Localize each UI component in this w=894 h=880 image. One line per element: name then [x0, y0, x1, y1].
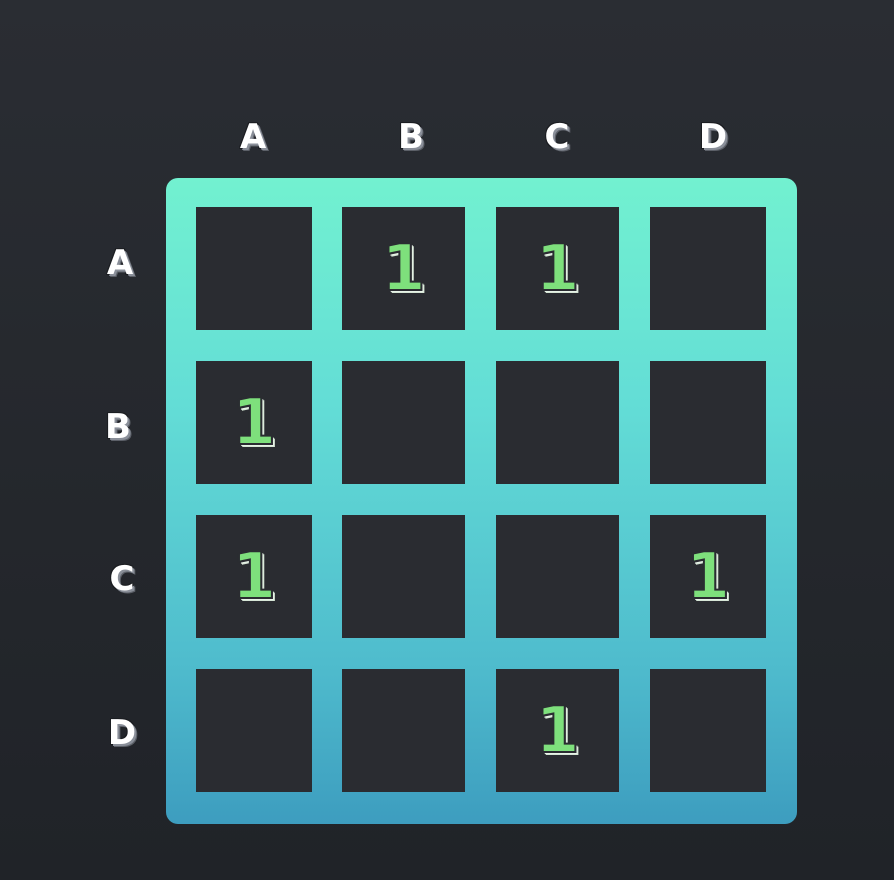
- row-label-c: C: [109, 559, 135, 599]
- adjacency-matrix-diagram: A B C D A B C D 1 1 1 1 1 1: [0, 0, 894, 880]
- matrix-grid: 1 1 1 1 1 1: [166, 178, 797, 824]
- cell-value: 1: [534, 231, 581, 306]
- cell-c-a: 1: [196, 515, 312, 638]
- column-label-c: C: [544, 117, 570, 157]
- column-label-d: D: [698, 117, 728, 157]
- cell-d-d: [650, 669, 766, 792]
- cell-d-c: 1: [496, 669, 619, 792]
- column-label-a: A: [239, 117, 267, 157]
- cell-a-b: 1: [342, 207, 465, 330]
- cell-value: 1: [380, 231, 427, 306]
- cell-d-a: [196, 669, 312, 792]
- cell-b-c: [496, 361, 619, 484]
- cell-b-d: [650, 361, 766, 484]
- row-label-a: A: [106, 243, 134, 283]
- cell-c-d: 1: [650, 515, 766, 638]
- cell-b-a: 1: [196, 361, 312, 484]
- cell-value: 1: [534, 693, 581, 768]
- cell-d-b: [342, 669, 465, 792]
- row-label-d: D: [107, 713, 137, 753]
- cell-b-b: [342, 361, 465, 484]
- cell-value: 1: [685, 539, 732, 614]
- cell-c-b: [342, 515, 465, 638]
- cell-value: 1: [231, 539, 278, 614]
- row-label-b: B: [105, 407, 131, 447]
- cell-a-d: [650, 207, 766, 330]
- cell-c-c: [496, 515, 619, 638]
- cell-a-a: [196, 207, 312, 330]
- column-label-b: B: [398, 117, 424, 157]
- cell-a-c: 1: [496, 207, 619, 330]
- cell-value: 1: [231, 385, 278, 460]
